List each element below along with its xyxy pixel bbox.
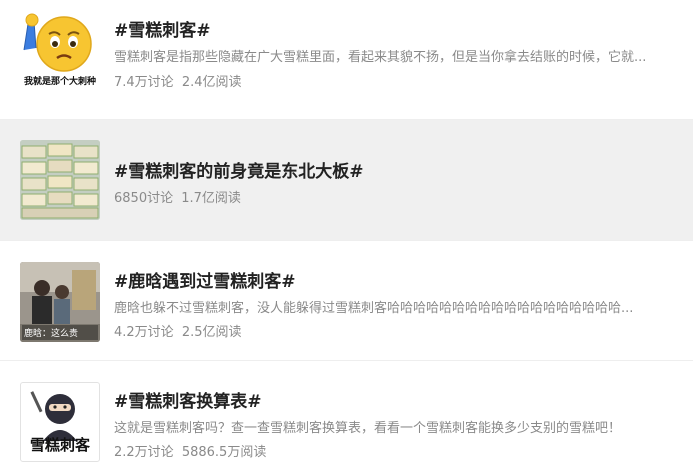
topic-item[interactable]: 雪糕刺客 #雪糕刺客换算表# 这就是雪糕刺客吗？查一查雪糕刺客换算表，看看一个雪… [0, 361, 693, 463]
topic-stats: 2.2万讨论 5886.5万阅读 [114, 441, 266, 460]
discussion-count: 4.2万讨论 [114, 325, 174, 340]
topic-item[interactable]: #雪糕刺客的前身竟是东北大板# 6850讨论 1.7亿阅读 [0, 120, 693, 241]
read-count: 2.5亿阅读 [181, 325, 242, 340]
topic-item[interactable]: 我就是那个大刺种 #雪糕刺客# 雪糕刺客是指那些隐藏在广大雪糕里面，看起来其貌不… [0, 0, 693, 120]
topic-title[interactable]: #雪糕刺客换算表# [114, 387, 262, 412]
read-count: 1.7亿阅读 [181, 191, 241, 206]
topic-title[interactable]: #雪糕刺客# [114, 16, 211, 41]
topic-stats: 6850讨论 1.7亿阅读 [114, 187, 241, 206]
discussion-count: 2.2万讨论 [114, 445, 174, 460]
topic-title[interactable]: #鹿晗遇到过雪糕刺客# [114, 267, 296, 292]
topic-list: 我就是那个大刺种 #雪糕刺客# 雪糕刺客是指那些隐藏在广大雪糕里面，看起来其貌不… [0, 0, 693, 463]
topic-stats: 7.4万讨论 2.4亿阅读 [114, 71, 242, 90]
discussion-count: 7.4万讨论 [114, 75, 174, 90]
discussion-count: 6850讨论 [114, 191, 174, 206]
topic-stats: 4.2万讨论 2.5亿阅读 [114, 321, 242, 340]
read-count: 5886.5万阅读 [181, 445, 267, 460]
read-count: 2.4亿阅读 [181, 75, 242, 90]
topic-thumbnail[interactable]: 鹿晗：这么贵 [20, 262, 100, 342]
topic-description: 雪糕刺客是指那些隐藏在广大雪糕里面，看起来其貌不扬，但是当你拿去结账的时候，它就… [114, 50, 647, 65]
topic-thumbnail[interactable]: 我就是那个大刺种 [20, 10, 100, 90]
topic-title[interactable]: #雪糕刺客的前身竟是东北大板# [114, 157, 364, 182]
ice-cream-boxes-image [20, 140, 100, 220]
thumbnail-caption: 鹿晗：这么贵 [22, 325, 98, 340]
topic-thumbnail[interactable] [20, 140, 100, 220]
topic-description: 这就是雪糕刺客吗？查一查雪糕刺客换算表，看看一个雪糕刺客能换多少支别的雪糕吧！ [114, 421, 622, 436]
thumbnail-caption: 我就是那个大刺种 [23, 77, 96, 87]
topic-description: 鹿晗也躲不过雪糕刺客，没人能躲得过雪糕刺客哈哈哈哈哈哈哈哈哈哈哈哈哈哈哈哈哈哈.… [114, 301, 634, 316]
topic-item[interactable]: 鹿晗：这么贵 #鹿晗遇到过雪糕刺客# 鹿晗也躲不过雪糕刺客，没人能躲得过雪糕刺客… [0, 241, 693, 361]
topic-thumbnail[interactable]: 雪糕刺客 [20, 382, 100, 462]
thumbnail-caption: 雪糕刺客 [29, 436, 90, 454]
